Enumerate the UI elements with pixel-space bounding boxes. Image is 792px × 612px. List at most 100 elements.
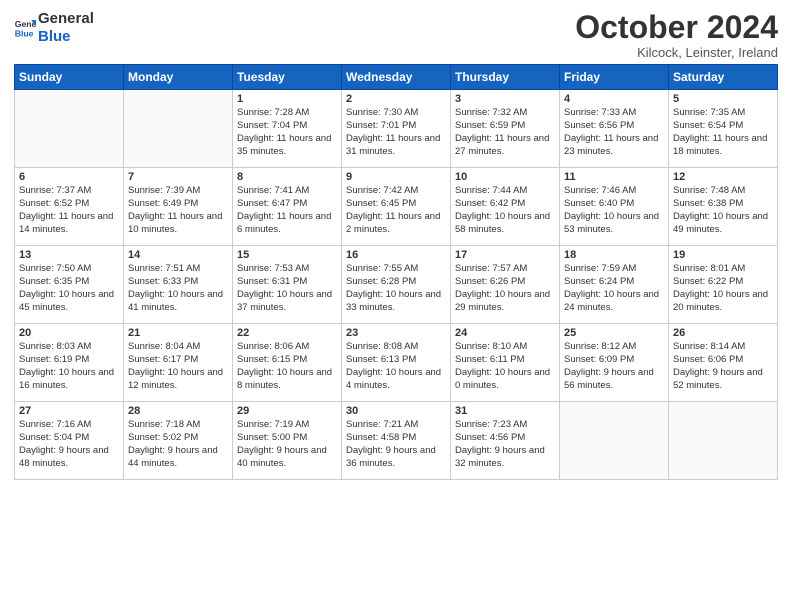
location: Kilcock, Leinster, Ireland <box>575 45 778 60</box>
day-cell <box>669 402 778 480</box>
day-info: Sunrise: 8:14 AMSunset: 6:06 PMDaylight:… <box>673 341 773 392</box>
day-number: 22 <box>237 327 337 339</box>
day-info: Sunrise: 7:16 AMSunset: 5:04 PMDaylight:… <box>19 419 119 470</box>
day-number: 25 <box>564 327 664 339</box>
day-info: Sunrise: 7:21 AMSunset: 4:58 PMDaylight:… <box>346 419 446 470</box>
day-cell: 20 Sunrise: 8:03 AMSunset: 6:19 PMDayligh… <box>15 324 124 402</box>
weekday-header-sunday: Sunday <box>15 65 124 90</box>
day-info: Sunrise: 7:23 AMSunset: 4:56 PMDaylight:… <box>455 419 555 470</box>
day-cell: 7Sunrise: 7:39 AMSunset: 6:49 PMDaylight… <box>124 168 233 246</box>
day-info: Sunrise: 7:59 AMSunset: 6:24 PMDaylight:… <box>564 263 664 314</box>
day-number: 3 <box>455 93 555 105</box>
day-info: Sunrise: 7:53 AMSunset: 6:31 PMDaylight:… <box>237 263 337 314</box>
calendar-table: SundayMondayTuesdayWednesdayThursdayFrid… <box>14 64 778 480</box>
day-cell: 1Sunrise: 7:28 AMSunset: 7:04 PMDaylight… <box>233 90 342 168</box>
logo-text: General Blue <box>38 10 94 46</box>
day-info: Sunrise: 7:51 AMSunset: 6:33 PMDaylight:… <box>128 263 228 314</box>
day-cell <box>124 90 233 168</box>
day-number: 13 <box>19 249 119 261</box>
day-number: 28 <box>128 405 228 417</box>
day-number: 20 <box>19 327 119 339</box>
day-info: Sunrise: 8:10 AMSunset: 6:11 PMDaylight:… <box>455 341 555 392</box>
day-number: 4 <box>564 93 664 105</box>
day-number: 6 <box>19 171 119 183</box>
day-info: Sunrise: 7:46 AMSunset: 6:40 PMDaylight:… <box>564 185 664 236</box>
day-cell: 8 Sunrise: 7:41 AMSunset: 6:47 PMDaylight… <box>233 168 342 246</box>
header: General Blue General Blue October 2024 K… <box>14 10 778 60</box>
weekday-header-tuesday: Tuesday <box>233 65 342 90</box>
day-info: Sunrise: 7:50 AMSunset: 6:35 PMDaylight:… <box>19 263 119 314</box>
day-cell: 31 Sunrise: 7:23 AMSunset: 4:56 PMDayligh… <box>451 402 560 480</box>
day-info: Sunrise: 8:06 AMSunset: 6:15 PMDaylight:… <box>237 341 337 392</box>
day-number: 27 <box>19 405 119 417</box>
day-number: 9 <box>346 171 446 183</box>
weekday-header-monday: Monday <box>124 65 233 90</box>
day-cell: 2 Sunrise: 7:30 AMSunset: 7:01 PMDaylight… <box>342 90 451 168</box>
day-cell: 24 Sunrise: 8:10 AMSunset: 6:11 PMDayligh… <box>451 324 560 402</box>
day-info: Sunrise: 7:55 AMSunset: 6:28 PMDaylight:… <box>346 263 446 314</box>
day-info: Sunrise: 8:01 AMSunset: 6:22 PMDaylight:… <box>673 263 773 314</box>
day-cell: 11 Sunrise: 7:46 AMSunset: 6:40 PMDayligh… <box>560 168 669 246</box>
day-info: Sunrise: 8:03 AMSunset: 6:19 PMDaylight:… <box>19 341 119 392</box>
day-cell: 22 Sunrise: 8:06 AMSunset: 6:15 PMDayligh… <box>233 324 342 402</box>
weekday-header-wednesday: Wednesday <box>342 65 451 90</box>
day-number: 17 <box>455 249 555 261</box>
day-number: 18 <box>564 249 664 261</box>
day-info: Sunrise: 7:33 AMSunset: 6:56 PMDaylight:… <box>564 107 664 158</box>
day-cell: 30Sunrise: 7:21 AMSunset: 4:58 PMDayligh… <box>342 402 451 480</box>
day-info: Sunrise: 7:48 AMSunset: 6:38 PMDaylight:… <box>673 185 773 236</box>
day-number: 31 <box>455 405 555 417</box>
day-cell: 10 Sunrise: 7:44 AMSunset: 6:42 PMDayligh… <box>451 168 560 246</box>
day-cell: 25Sunrise: 8:12 AMSunset: 6:09 PMDayligh… <box>560 324 669 402</box>
logo-general: General <box>38 10 94 27</box>
day-cell: 19 Sunrise: 8:01 AMSunset: 6:22 PMDayligh… <box>669 246 778 324</box>
logo-icon: General Blue <box>14 17 36 39</box>
day-number: 7 <box>128 171 228 183</box>
day-number: 21 <box>128 327 228 339</box>
day-info: Sunrise: 7:41 AMSunset: 6:47 PMDaylight:… <box>237 185 337 236</box>
weekday-header-thursday: Thursday <box>451 65 560 90</box>
day-cell: 14 Sunrise: 7:51 AMSunset: 6:33 PMDayligh… <box>124 246 233 324</box>
day-number: 8 <box>237 171 337 183</box>
day-cell: 15Sunrise: 7:53 AMSunset: 6:31 PMDayligh… <box>233 246 342 324</box>
day-cell: 26Sunrise: 8:14 AMSunset: 6:06 PMDayligh… <box>669 324 778 402</box>
day-number: 10 <box>455 171 555 183</box>
day-cell: 28Sunrise: 7:18 AMSunset: 5:02 PMDayligh… <box>124 402 233 480</box>
day-number: 12 <box>673 171 773 183</box>
day-cell: 27 Sunrise: 7:16 AMSunset: 5:04 PMDayligh… <box>15 402 124 480</box>
day-number: 19 <box>673 249 773 261</box>
day-cell: 21 Sunrise: 8:04 AMSunset: 6:17 PMDayligh… <box>124 324 233 402</box>
day-number: 29 <box>237 405 337 417</box>
day-cell: 9Sunrise: 7:42 AMSunset: 6:45 PMDaylight… <box>342 168 451 246</box>
day-number: 16 <box>346 249 446 261</box>
week-row-1: 1Sunrise: 7:28 AMSunset: 7:04 PMDaylight… <box>15 90 778 168</box>
day-cell: 18 Sunrise: 7:59 AMSunset: 6:24 PMDayligh… <box>560 246 669 324</box>
svg-text:Blue: Blue <box>15 29 34 39</box>
day-number: 2 <box>346 93 446 105</box>
day-info: Sunrise: 7:19 AMSunset: 5:00 PMDaylight:… <box>237 419 337 470</box>
day-cell: 17Sunrise: 7:57 AMSunset: 6:26 PMDayligh… <box>451 246 560 324</box>
weekday-header-row: SundayMondayTuesdayWednesdayThursdayFrid… <box>15 65 778 90</box>
day-cell <box>15 90 124 168</box>
day-cell: 5Sunrise: 7:35 AMSunset: 6:54 PMDaylight… <box>669 90 778 168</box>
day-cell <box>560 402 669 480</box>
day-cell: 23Sunrise: 8:08 AMSunset: 6:13 PMDayligh… <box>342 324 451 402</box>
day-number: 11 <box>564 171 664 183</box>
day-number: 23 <box>346 327 446 339</box>
day-info: Sunrise: 7:30 AMSunset: 7:01 PMDaylight:… <box>346 107 446 158</box>
week-row-3: 13 Sunrise: 7:50 AMSunset: 6:35 PMDayligh… <box>15 246 778 324</box>
week-row-2: 6Sunrise: 7:37 AMSunset: 6:52 PMDaylight… <box>15 168 778 246</box>
day-info: Sunrise: 7:28 AMSunset: 7:04 PMDaylight:… <box>237 107 337 158</box>
day-number: 14 <box>128 249 228 261</box>
week-row-4: 20 Sunrise: 8:03 AMSunset: 6:19 PMDayligh… <box>15 324 778 402</box>
logo-blue: Blue <box>38 28 71 45</box>
day-cell: 16 Sunrise: 7:55 AMSunset: 6:28 PMDayligh… <box>342 246 451 324</box>
day-cell: 13 Sunrise: 7:50 AMSunset: 6:35 PMDayligh… <box>15 246 124 324</box>
title-block: October 2024 Kilcock, Leinster, Ireland <box>575 10 778 60</box>
day-number: 24 <box>455 327 555 339</box>
day-info: Sunrise: 8:04 AMSunset: 6:17 PMDaylight:… <box>128 341 228 392</box>
day-cell: 3 Sunrise: 7:32 AMSunset: 6:59 PMDaylight… <box>451 90 560 168</box>
week-row-5: 27 Sunrise: 7:16 AMSunset: 5:04 PMDayligh… <box>15 402 778 480</box>
day-info: Sunrise: 7:44 AMSunset: 6:42 PMDaylight:… <box>455 185 555 236</box>
day-info: Sunrise: 7:32 AMSunset: 6:59 PMDaylight:… <box>455 107 555 158</box>
